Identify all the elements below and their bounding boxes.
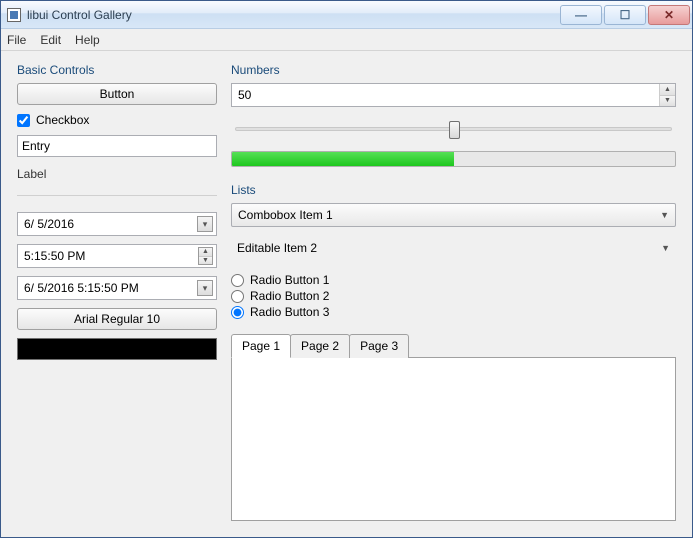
tab-page-1[interactable]: Page 1 xyxy=(231,334,291,358)
datetime-picker[interactable]: 6/ 5/2016 5:15:50 PM ▾ xyxy=(17,276,217,300)
date-picker[interactable]: 6/ 5/2016 ▾ xyxy=(17,212,217,236)
menu-file[interactable]: File xyxy=(7,33,26,47)
calendar-dropdown-icon[interactable]: ▾ xyxy=(197,216,213,232)
checkbox-label: Checkbox xyxy=(36,113,89,127)
radio-1-label: Radio Button 1 xyxy=(250,273,329,287)
minimize-icon: — xyxy=(575,8,587,22)
sample-checkbox[interactable] xyxy=(17,114,30,127)
titlebar[interactable]: libui Control Gallery — ☐ ✕ xyxy=(1,1,692,29)
slider-thumb[interactable] xyxy=(449,121,460,139)
numbers-heading: Numbers xyxy=(231,63,676,77)
tab-bar: Page 1 Page 2 Page 3 xyxy=(231,333,676,358)
color-button[interactable] xyxy=(17,338,217,360)
radio-3-label: Radio Button 3 xyxy=(250,305,329,319)
spin-down-icon[interactable]: ▼ xyxy=(660,96,675,107)
time-value: 5:15:50 PM xyxy=(24,249,85,263)
minimize-button[interactable]: — xyxy=(560,5,602,25)
chevron-down-icon: ▼ xyxy=(661,243,670,253)
maximize-icon: ☐ xyxy=(620,8,631,22)
spin-up-icon[interactable]: ▲ xyxy=(660,84,675,96)
datetime-value: 6/ 5/2016 5:15:50 PM xyxy=(24,281,139,295)
editable-combobox[interactable]: Editable Item 2 ▼ xyxy=(231,237,676,259)
chevron-down-icon: ▼ xyxy=(660,210,669,220)
maximize-button[interactable]: ☐ xyxy=(604,5,646,25)
right-column: Numbers 50 ▲ ▼ Lists Combobox It xyxy=(231,63,676,521)
menu-edit[interactable]: Edit xyxy=(40,33,61,47)
progress-fill xyxy=(232,152,454,166)
spin-up-icon[interactable]: ▲ xyxy=(199,248,212,257)
spinbox[interactable]: 50 ▲ ▼ xyxy=(231,83,676,107)
time-picker[interactable]: 5:15:50 PM ▲ ▼ xyxy=(17,244,217,268)
tab-page-2[interactable]: Page 2 xyxy=(290,334,350,358)
window-title: libui Control Gallery xyxy=(27,8,132,22)
font-button[interactable]: Arial Regular 10 xyxy=(17,308,217,330)
radio-1[interactable] xyxy=(231,274,244,287)
entry-input[interactable] xyxy=(17,135,217,157)
slider[interactable] xyxy=(235,127,672,131)
combobox[interactable]: Combobox Item 1 ▼ xyxy=(231,203,676,227)
spinbox-value: 50 xyxy=(238,88,251,102)
radio-2[interactable] xyxy=(231,290,244,303)
tab-content xyxy=(231,358,676,521)
close-icon: ✕ xyxy=(664,8,674,22)
sample-button[interactable]: Button xyxy=(17,83,217,105)
editable-combobox-value: Editable Item 2 xyxy=(237,241,317,255)
radio-3[interactable] xyxy=(231,306,244,319)
menu-help[interactable]: Help xyxy=(75,33,100,47)
lists-heading: Lists xyxy=(231,183,676,197)
content-area: Basic Controls Button Checkbox Label 6/ … xyxy=(1,51,692,537)
app-icon xyxy=(7,8,21,22)
separator xyxy=(17,195,217,196)
date-value: 6/ 5/2016 xyxy=(24,217,74,231)
calendar-dropdown-icon[interactable]: ▾ xyxy=(197,280,213,296)
close-button[interactable]: ✕ xyxy=(648,5,690,25)
tab-page-3[interactable]: Page 3 xyxy=(349,334,409,358)
radio-2-label: Radio Button 2 xyxy=(250,289,329,303)
left-column: Basic Controls Button Checkbox Label 6/ … xyxy=(17,63,217,521)
main-window: libui Control Gallery — ☐ ✕ File Edit He… xyxy=(0,0,693,538)
basic-controls-heading: Basic Controls xyxy=(17,63,217,77)
menubar: File Edit Help xyxy=(1,29,692,51)
combobox-value: Combobox Item 1 xyxy=(238,208,333,222)
spin-down-icon[interactable]: ▼ xyxy=(199,257,212,265)
sample-label: Label xyxy=(17,165,217,183)
progress-bar xyxy=(231,151,676,167)
